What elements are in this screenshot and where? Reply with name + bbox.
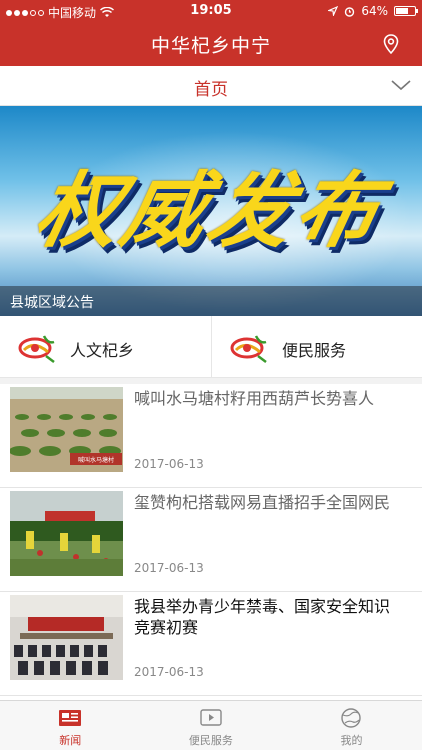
quick-link-culture[interactable]: 人文杞乡: [0, 316, 211, 378]
news-list: 喊叫水马塘村 喊叫水马塘村籽用西葫芦长势喜人 2017-06-13 玺赞枸杞搭载…: [0, 384, 422, 696]
thumbnail-caption: 喊叫水马塘村: [78, 456, 114, 464]
globe-icon: [341, 708, 362, 728]
app-title: 中华杞乡中宁: [150, 35, 271, 57]
status-right: 64%: [328, 4, 418, 18]
list-item[interactable]: 喊叫水马塘村 喊叫水马塘村籽用西葫芦长势喜人 2017-06-13: [0, 384, 422, 488]
location-pin-icon[interactable]: [380, 33, 402, 55]
news-date: 2017-06-13: [134, 457, 204, 471]
channel-label: 首页: [194, 80, 228, 100]
battery-percent: 64%: [361, 4, 388, 18]
quick-links: 人文杞乡 便民服务: [0, 316, 422, 378]
tab-label: 我的: [340, 734, 363, 747]
news-title: 喊叫水马塘村籽用西葫芦长势喜人: [134, 389, 375, 408]
tab-label: 便民服务: [188, 734, 233, 747]
location-arrow-icon: [328, 6, 339, 16]
list-item[interactable]: 玺赞枸杞搭载网易直播招手全国网民 2017-06-13: [0, 488, 422, 592]
banner-caption: 县城区域公告: [0, 286, 422, 316]
news-date: 2017-06-13: [134, 561, 204, 575]
goji-logo-icon: [18, 335, 55, 363]
news-thumbnail: 喊叫水马塘村: [10, 387, 123, 472]
bottom-tab-bar: 新闻 便民服务 我的: [0, 700, 422, 750]
nav-bar: 中华杞乡中宁: [0, 22, 422, 66]
goji-logo-icon: [230, 335, 267, 363]
quick-link-label: 人文杞乡: [70, 341, 135, 360]
list-item[interactable]: 我县举办青少年禁毒、国家安全知识竞赛初赛 2017-06-13: [0, 592, 422, 696]
alarm-icon: [345, 6, 355, 17]
quick-link-services[interactable]: 便民服务: [211, 316, 422, 378]
tab-news[interactable]: 新闻: [0, 701, 141, 750]
news-title: 玺赞枸杞搭载网易直播招手全国网民: [134, 493, 391, 512]
tab-services[interactable]: 便民服务: [141, 701, 282, 750]
news-thumbnail: [10, 491, 123, 576]
news-title: 我县举办青少年禁毒、国家安全知识竞赛初赛: [134, 597, 391, 637]
tab-profile[interactable]: 我的: [281, 701, 422, 750]
banner-headline: 权威发布: [27, 164, 392, 259]
chevron-down-icon[interactable]: [390, 76, 412, 94]
tab-label: 新闻: [59, 734, 82, 747]
status-bar: 中国移动 19:05 64%: [0, 0, 422, 22]
news-date: 2017-06-13: [134, 665, 204, 679]
newspaper-icon: [59, 710, 82, 726]
battery-icon: [394, 6, 418, 16]
play-icon: [200, 709, 222, 726]
quick-link-label: 便民服务: [282, 341, 347, 360]
channel-selector[interactable]: 首页: [0, 66, 422, 106]
news-thumbnail: [10, 595, 123, 680]
banner-carousel[interactable]: 权威发布 县城区域公告: [0, 106, 422, 316]
